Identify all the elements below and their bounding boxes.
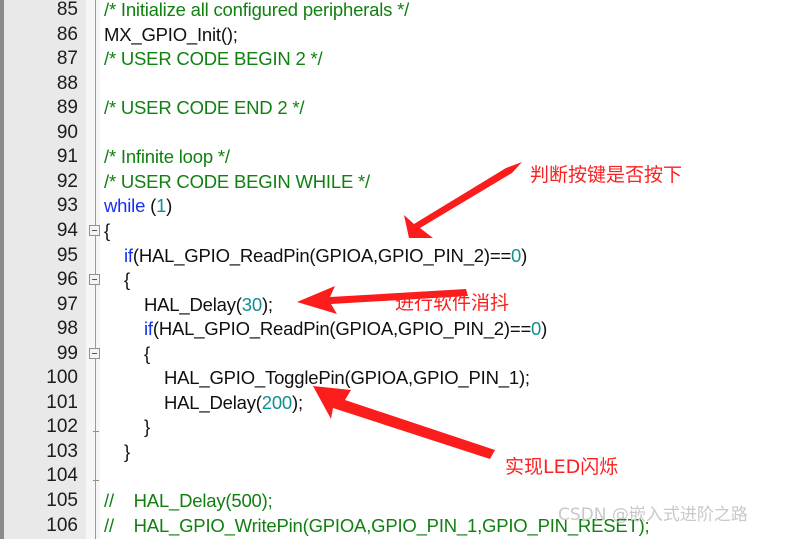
code-text[interactable]: /* Initialize all configured peripherals… xyxy=(104,0,409,22)
code-token-plain: ); xyxy=(261,293,273,315)
line-number: 86 xyxy=(56,23,78,45)
code-line: 98 if(HAL_GPIO_ReadPin(GPIOA,GPIO_PIN_2)=… xyxy=(0,316,795,341)
code-text[interactable]: // HAL_Delay(500); xyxy=(104,488,273,513)
code-token-plain: (HAL_GPIO_ReadPin(GPIOA,GPIO_PIN_2)== xyxy=(152,318,532,340)
line-number: 92 xyxy=(56,170,78,192)
code-text[interactable]: } xyxy=(124,439,130,464)
code-token-comment: /* Initialize all configured peripherals… xyxy=(104,0,410,20)
annotation-label: 实现LED闪烁 xyxy=(505,456,619,478)
code-text[interactable]: HAL_Delay(200); xyxy=(164,390,303,415)
annotation-label: 判断按键是否按下 xyxy=(530,164,683,186)
code-token-plain: MX_GPIO_Init(); xyxy=(104,23,238,45)
line-number: 103 xyxy=(46,440,78,462)
code-token-number: 0 xyxy=(511,244,522,266)
code-line: 103} xyxy=(0,439,795,464)
line-number: 90 xyxy=(56,121,78,143)
code-text[interactable]: if(HAL_GPIO_ReadPin(GPIOA,GPIO_PIN_2)==0… xyxy=(144,316,547,341)
line-number: 88 xyxy=(56,72,78,94)
code-line: 101 HAL_Delay(200); xyxy=(0,390,795,415)
code-text[interactable]: if(HAL_GPIO_ReadPin(GPIOA,GPIO_PIN_2)==0… xyxy=(124,243,527,268)
code-token-plain: } xyxy=(124,440,130,462)
code-text[interactable]: { xyxy=(104,218,110,243)
code-token-comment: /* USER CODE BEGIN 2 */ xyxy=(104,48,323,70)
code-token-plain: (HAL_GPIO_ReadPin(GPIOA,GPIO_PIN_2)== xyxy=(132,244,512,266)
line-number: 96 xyxy=(56,269,78,291)
code-token-keyword: if xyxy=(144,318,153,340)
line-number: 106 xyxy=(46,514,78,536)
code-token-comment: // HAL_Delay(500); xyxy=(104,490,273,511)
line-number: 97 xyxy=(56,293,78,315)
line-number: 94 xyxy=(56,219,78,241)
line-number: 100 xyxy=(46,367,78,389)
code-text[interactable]: MX_GPIO_Init(); xyxy=(104,22,238,47)
fold-end-marker xyxy=(93,480,99,482)
code-token-number: 1 xyxy=(156,195,167,217)
line-number: 87 xyxy=(56,48,78,70)
code-editor-screenshot: 85 /* Initialize all configured periphera… xyxy=(0,0,795,539)
line-number: 95 xyxy=(56,244,78,266)
code-line: 90 xyxy=(0,120,795,145)
annotation-label: 进行软件消抖 xyxy=(395,292,510,314)
line-number: 105 xyxy=(46,490,78,511)
code-line: 94 { xyxy=(0,218,795,243)
line-number: 104 xyxy=(46,465,78,487)
code-line: 85 /* Initialize all configured periphera… xyxy=(0,0,795,22)
fold-collapse-icon[interactable] xyxy=(89,224,100,236)
code-token-number: 30 xyxy=(241,293,262,315)
code-token-plain: { xyxy=(144,342,150,364)
line-number: 85 xyxy=(56,0,78,20)
code-token-plain: } xyxy=(144,416,150,438)
code-line: 88 xyxy=(0,71,795,96)
code-line: 99 { xyxy=(0,341,795,366)
code-text[interactable]: HAL_GPIO_TogglePin(GPIOA,GPIO_PIN_1); xyxy=(164,365,530,390)
line-number: 102 xyxy=(46,416,78,438)
code-line: 95 if(HAL_GPIO_ReadPin(GPIOA,GPIO_PIN_2)=… xyxy=(0,243,795,268)
code-text[interactable]: /* USER CODE BEGIN WHILE */ xyxy=(104,169,370,194)
code-line: 87 /* USER CODE BEGIN 2 */ xyxy=(0,46,795,71)
code-token-comment: /* Infinite loop */ xyxy=(104,146,230,168)
code-token-keyword: while xyxy=(104,195,151,217)
csdn-watermark: CSDN @嵌入式进阶之路 xyxy=(558,505,748,525)
code-token-plain: { xyxy=(124,269,130,291)
code-token-plain: ) xyxy=(541,318,548,340)
code-text[interactable]: } xyxy=(144,414,150,439)
code-text[interactable]: { xyxy=(144,341,150,366)
code-line: 89 /* USER CODE END 2 */ xyxy=(0,95,795,120)
code-text[interactable]: HAL_Delay(30); xyxy=(144,292,273,317)
code-text[interactable]: /* USER CODE BEGIN 2 */ xyxy=(104,46,323,71)
code-text[interactable]: { xyxy=(124,267,130,292)
code-line: 104 xyxy=(0,463,795,488)
code-line: 86 MX_GPIO_Init(); xyxy=(0,22,795,47)
code-token-comment: /* USER CODE BEGIN WHILE */ xyxy=(104,170,370,192)
code-token-plain: HAL_Delay( xyxy=(144,293,242,315)
line-number: 93 xyxy=(56,195,78,217)
code-token-plain: ) xyxy=(521,244,528,266)
code-text[interactable]: /* USER CODE END 2 */ xyxy=(104,95,305,120)
code-token-plain: HAL_Delay( xyxy=(164,391,262,413)
code-line: 102} xyxy=(0,414,795,439)
code-text[interactable]: while (1) xyxy=(104,193,172,218)
code-token-plain: ); xyxy=(292,391,303,413)
code-token-plain: { xyxy=(104,219,110,241)
fold-end-marker xyxy=(93,431,99,433)
line-number: 99 xyxy=(56,342,78,364)
fold-collapse-icon[interactable] xyxy=(89,347,100,359)
code-token-plain: HAL_GPIO_TogglePin(GPIOA,GPIO_PIN_1); xyxy=(164,367,530,389)
code-token-comment: /* USER CODE END 2 */ xyxy=(104,97,305,119)
line-number: 89 xyxy=(56,97,78,119)
line-number: 98 xyxy=(56,318,78,340)
line-number: 91 xyxy=(56,146,78,168)
code-line: 93 while (1) xyxy=(0,193,795,218)
code-token-number: 200 xyxy=(261,391,293,413)
code-token-plain: ) xyxy=(166,195,173,217)
code-line: 100 HAL_GPIO_TogglePin(GPIOA,GPIO_PIN_1); xyxy=(0,365,795,390)
code-token-keyword: if xyxy=(124,244,133,266)
fold-collapse-icon[interactable] xyxy=(89,274,100,286)
code-text[interactable]: /* Infinite loop */ xyxy=(104,144,230,169)
line-number: 101 xyxy=(46,391,78,413)
code-token-number: 0 xyxy=(531,318,542,340)
